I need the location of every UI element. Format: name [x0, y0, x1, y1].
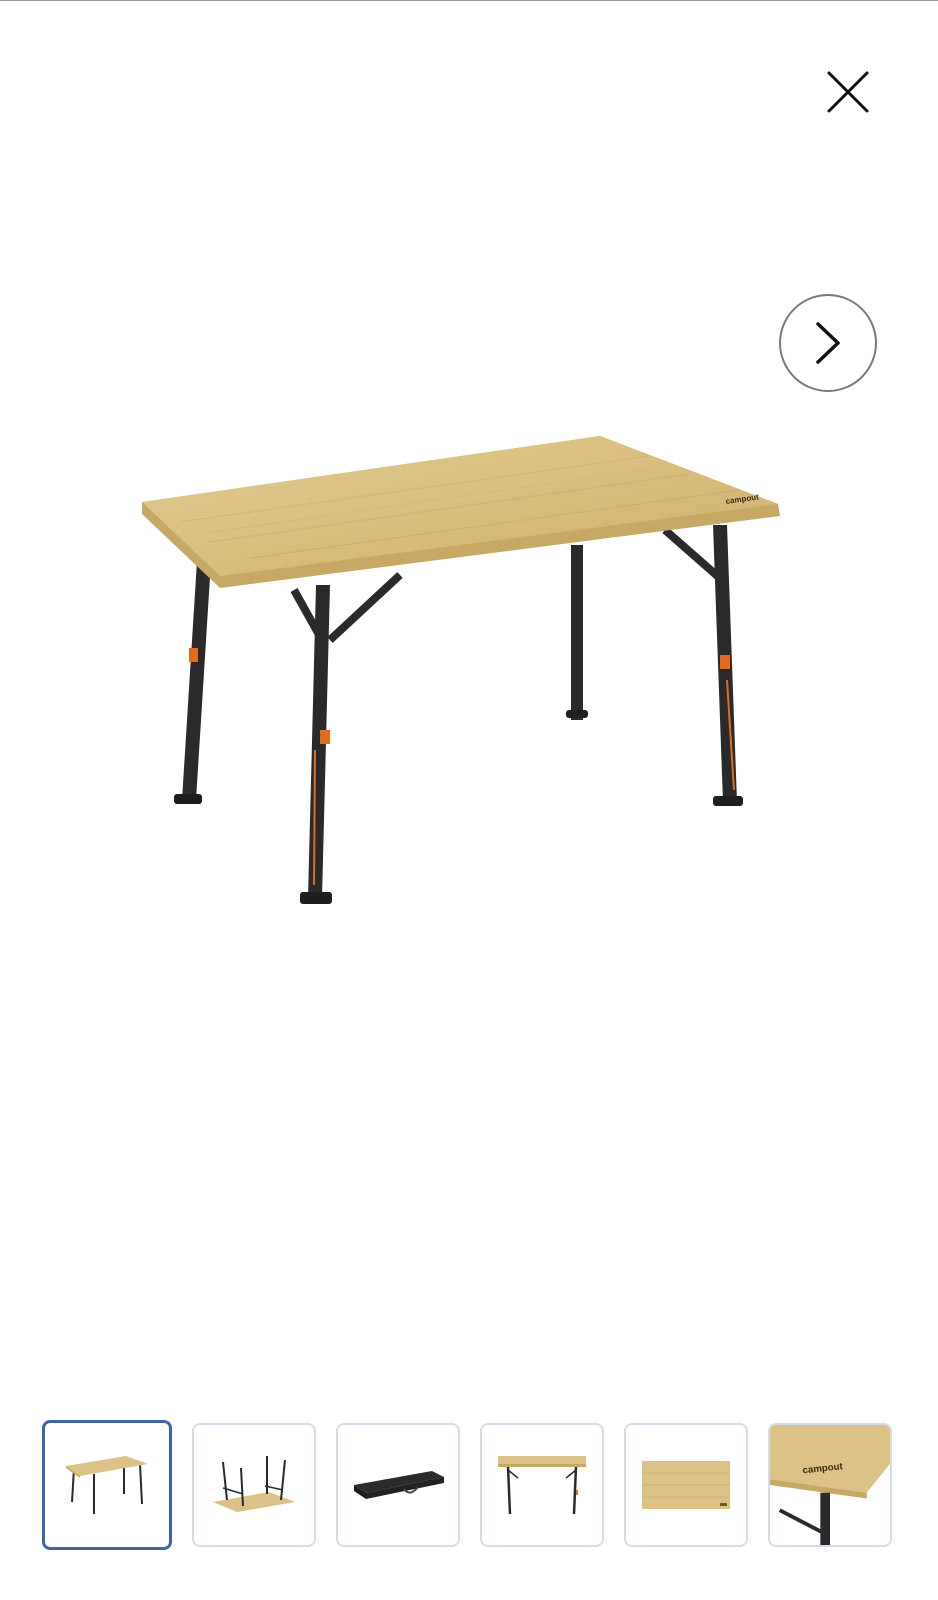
next-image-button[interactable] — [779, 294, 877, 392]
thumb-table-upside-down[interactable] — [192, 1423, 316, 1547]
close-icon — [827, 71, 869, 113]
thumb-tabletop[interactable] — [624, 1423, 748, 1547]
close-button[interactable] — [820, 64, 876, 120]
main-product-image: campout — [130, 430, 810, 940]
image-viewer: campout campout — [0, 0, 938, 1600]
top-divider — [0, 0, 938, 1]
thumb-table-standing[interactable] — [42, 1420, 172, 1550]
chevron-right-icon — [816, 322, 840, 364]
thumb-table-side-view[interactable] — [480, 1423, 604, 1547]
thumb-corner-detail[interactable]: campout — [768, 1423, 892, 1547]
thumb-carry-bag[interactable] — [336, 1423, 460, 1547]
thumbnail-strip: campout — [42, 1420, 902, 1550]
